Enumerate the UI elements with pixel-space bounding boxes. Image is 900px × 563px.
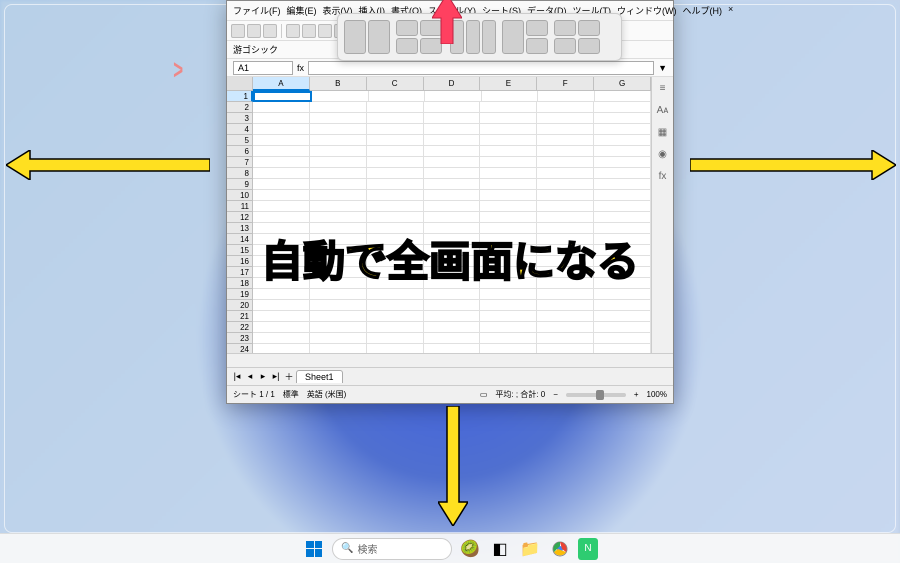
sidebar-icon[interactable]: Aᴀ [655, 103, 671, 119]
zoom-out-icon[interactable]: − [553, 390, 558, 399]
column-header[interactable]: B [310, 77, 367, 91]
tab-first-icon[interactable]: |◂ [231, 371, 243, 382]
row-header[interactable]: 21 [227, 311, 253, 322]
zoom-in-icon[interactable]: + [634, 390, 639, 399]
snap-layout-half[interactable] [344, 20, 390, 54]
formula-bar[interactable] [308, 61, 654, 75]
statusbar: シート 1 / 1 標準 英語 (米国) ▭ 平均: ; 合計: 0 − + 1… [227, 385, 673, 403]
row-header[interactable]: 16 [227, 256, 253, 267]
status-stats: 平均: ; 合計: 0 [495, 389, 545, 400]
taskbar-explorer[interactable]: 📁 [518, 538, 542, 560]
menu-file[interactable]: ファイル(F) [231, 3, 283, 18]
taskbar-app-2[interactable]: ◧ [488, 538, 512, 560]
menu-help[interactable]: ヘルプ(H) [681, 3, 725, 18]
row-header[interactable]: 22 [227, 322, 253, 333]
tab-add-icon[interactable]: ＋ [283, 370, 295, 383]
fx-icon[interactable]: fx [297, 63, 304, 73]
row-header[interactable]: 6 [227, 146, 253, 157]
print-icon[interactable] [286, 24, 300, 38]
open-icon[interactable] [247, 24, 261, 38]
new-icon[interactable] [231, 24, 245, 38]
sheet-tab[interactable]: Sheet1 [296, 370, 343, 383]
row-header[interactable]: 24 [227, 344, 253, 353]
snap-layout-flyout [337, 13, 622, 61]
column-headers: ABCDEFG [253, 77, 651, 91]
cells[interactable] [253, 91, 651, 353]
column-header[interactable]: F [537, 77, 594, 91]
row-header[interactable]: 8 [227, 168, 253, 179]
row-header[interactable]: 19 [227, 289, 253, 300]
name-box[interactable] [233, 61, 293, 75]
status-sheet-position: シート 1 / 1 [233, 389, 275, 400]
taskbar-search[interactable]: 🔍 検索 [332, 538, 452, 560]
taskbar: 🔍 検索 🥝 ◧ 📁 N [0, 533, 900, 563]
search-placeholder: 検索 [357, 541, 377, 556]
row-header[interactable]: 14 [227, 234, 253, 245]
namebox-row: fx ▼ [227, 59, 673, 77]
snap-layout-thirds[interactable] [450, 20, 496, 54]
column-header[interactable]: G [594, 77, 651, 91]
spreadsheet-window: ファイル(F) 編集(E) 表示(V) 挿入(I) 書式(O) スタイル(Y) … [226, 0, 674, 404]
menu-edit[interactable]: 編集(E) [285, 3, 319, 18]
tab-last-icon[interactable]: ▸| [270, 371, 282, 382]
status-language: 英語 (米国) [307, 389, 347, 400]
row-header[interactable]: 2 [227, 102, 253, 113]
save-icon[interactable] [263, 24, 277, 38]
column-header[interactable]: C [367, 77, 424, 91]
row-header[interactable]: 3 [227, 113, 253, 124]
row-header[interactable]: 23 [227, 333, 253, 344]
close-icon[interactable]: × [726, 3, 735, 18]
spreadsheet-grid[interactable]: ABCDEFG 12345678910111213141516171819202… [227, 77, 651, 353]
tab-prev-icon[interactable]: ◂ [244, 371, 256, 382]
row-header[interactable]: 4 [227, 124, 253, 135]
menu-window[interactable]: ウィンドウ(W) [615, 3, 679, 18]
taskbar-app-1[interactable]: 🥝 [458, 538, 482, 560]
snap-layout-grid[interactable] [554, 20, 602, 54]
row-header[interactable]: 1 [227, 91, 253, 102]
search-icon: 🔍 [341, 543, 353, 554]
formula-dropdown-icon[interactable]: ▼ [658, 63, 667, 73]
zoom-level[interactable]: 100% [647, 390, 667, 399]
column-header[interactable]: E [480, 77, 537, 91]
sidebar-icon[interactable]: fx [655, 169, 671, 185]
zoom-slider[interactable] [566, 393, 626, 397]
sidebar-icon[interactable]: ≡ [655, 81, 671, 97]
taskbar-app-3[interactable]: N [578, 538, 598, 560]
horizontal-scrollbar[interactable] [227, 353, 673, 367]
row-header[interactable]: 9 [227, 179, 253, 190]
select-all-corner[interactable] [227, 77, 253, 91]
row-header[interactable]: 10 [227, 190, 253, 201]
cut-icon[interactable] [302, 24, 316, 38]
copy-icon[interactable] [318, 24, 332, 38]
row-header[interactable]: 18 [227, 278, 253, 289]
status-style: 標準 [283, 389, 299, 400]
start-button[interactable] [302, 538, 326, 560]
tab-next-icon[interactable]: ▸ [257, 371, 269, 382]
sidebar-icon[interactable]: ▦ [655, 125, 671, 141]
status-selection-mode-icon[interactable]: ▭ [480, 390, 488, 399]
row-header[interactable]: 5 [227, 135, 253, 146]
taskbar-chrome[interactable] [548, 538, 572, 560]
sidebar-icon[interactable]: ◉ [655, 147, 671, 163]
row-header[interactable]: 13 [227, 223, 253, 234]
decorative-caret: > [173, 54, 183, 86]
row-headers: 1234567891011121314151617181920212223242… [227, 91, 253, 353]
row-header[interactable]: 20 [227, 300, 253, 311]
side-panel: ≡ Aᴀ ▦ ◉ fx [651, 77, 673, 353]
row-header[interactable]: 12 [227, 212, 253, 223]
column-header[interactable]: A [253, 77, 310, 91]
row-header[interactable]: 11 [227, 201, 253, 212]
font-name[interactable]: 游ゴシック [233, 43, 278, 56]
row-header[interactable]: 7 [227, 157, 253, 168]
snap-layout-left-stack[interactable] [502, 20, 548, 54]
sheet-tab-bar: |◂ ◂ ▸ ▸| ＋ Sheet1 [227, 367, 673, 385]
snap-layout-quad[interactable] [396, 20, 444, 54]
grid-area: ABCDEFG 12345678910111213141516171819202… [227, 77, 673, 353]
column-header[interactable]: D [424, 77, 481, 91]
row-header[interactable]: 15 [227, 245, 253, 256]
row-header[interactable]: 17 [227, 267, 253, 278]
